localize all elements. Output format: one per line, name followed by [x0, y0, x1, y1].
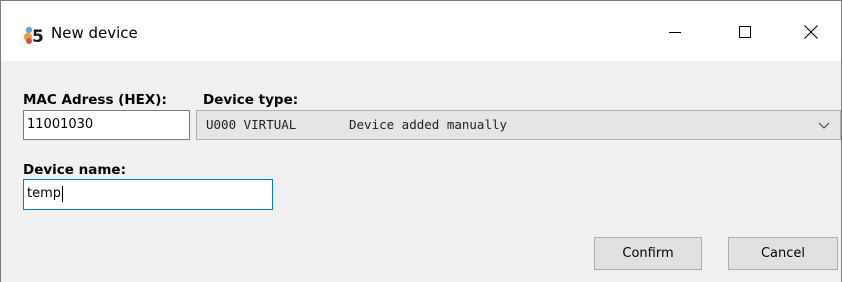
mac-address-label: MAC Adress (HEX):: [23, 92, 167, 108]
minimize-icon: [669, 32, 681, 33]
text-caret: [62, 185, 64, 202]
maximize-icon: [739, 26, 751, 38]
device-name-value: temp: [27, 186, 62, 201]
minimize-button[interactable]: [653, 15, 697, 49]
device-name-input[interactable]: temp: [23, 179, 273, 210]
close-button[interactable]: [789, 15, 833, 49]
app-logo-icon: 5: [23, 26, 43, 45]
mac-address-input[interactable]: 11001030: [23, 110, 190, 140]
device-type-code: U000 VIRTUAL: [206, 117, 297, 132]
dialog-window: 5 New device MAC Adress (HEX): Device ty…: [0, 0, 842, 282]
maximize-button[interactable]: [723, 15, 767, 49]
device-type-select[interactable]: U000 VIRTUAL Device added manually: [196, 110, 841, 140]
close-icon: [804, 25, 818, 39]
title-bar[interactable]: 5 New device: [1, 1, 841, 61]
mac-address-value: 11001030: [27, 117, 94, 132]
cancel-button[interactable]: Cancel: [728, 237, 838, 270]
device-type-label: Device type:: [203, 92, 299, 108]
confirm-button[interactable]: Confirm: [594, 237, 702, 270]
svg-text:5: 5: [32, 27, 43, 45]
device-name-label: Device name:: [23, 162, 126, 178]
window-title: New device: [51, 24, 138, 42]
device-type-description: Device added manually: [349, 117, 508, 132]
dialog-body: MAC Adress (HEX): Device type: 11001030 …: [1, 61, 841, 282]
chevron-down-icon: [818, 122, 830, 129]
